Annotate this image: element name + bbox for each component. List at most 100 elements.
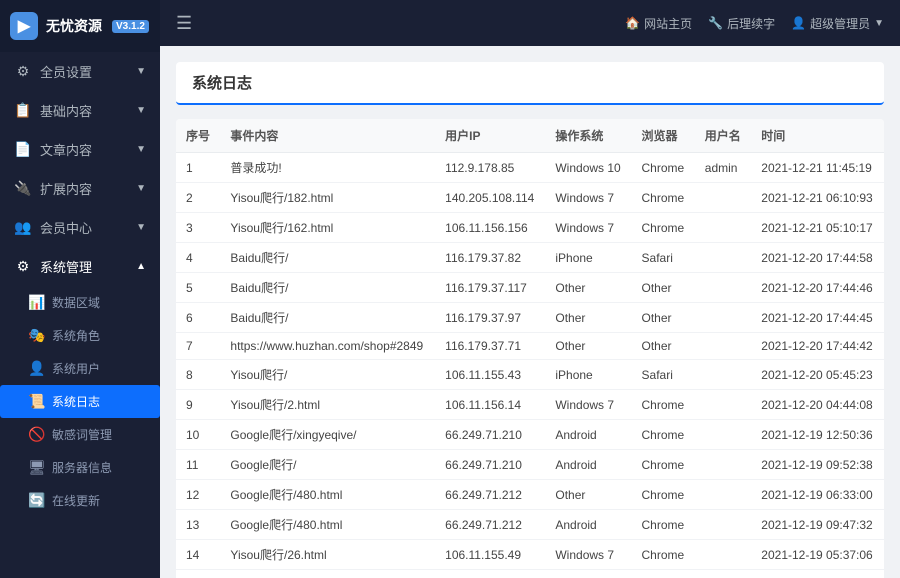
sidebar-item-minganciGuanli[interactable]: 🚫 敏感词管理 [0,418,160,451]
chevron-up-icon: ▲ [136,261,146,272]
cell-os: Windows 7 [545,183,631,213]
cell-id: 15 [176,570,220,578]
table-row: 11 Google爬行/ 66.249.71.210 Android Chrom… [176,450,884,480]
cell-time: 2021-12-19 06:33:00 [751,480,884,510]
cell-user [695,333,752,360]
cell-time: 2021-12-20 17:44:46 [751,273,884,303]
cell-id: 5 [176,273,220,303]
cell-ip: 116.179.37.71 [435,333,545,360]
sidebar-sub-label: 服务器信息 [52,459,112,476]
article-icon: 📄 [14,141,32,158]
table-row: 14 Yisou爬行/26.html 106.11.155.49 Windows… [176,540,884,570]
cell-id: 7 [176,333,220,360]
cell-os: Other [545,273,631,303]
cell-event: Yisou爬行/182.html [220,183,435,213]
app-version: V3.1.2 [112,20,149,33]
chevron-down-icon: ▼ [874,18,884,29]
cell-ip: 116.179.37.203 [435,570,545,578]
sidebar-item-kuozhanneirong[interactable]: 🔌 扩展内容 ▼ [0,169,160,208]
sidebar-item-fuwuqiXinxi[interactable]: 🖥 服务器信息 [0,451,160,484]
col-time: 时间 [751,119,884,153]
role-icon: 🎭 [28,327,46,344]
cell-browser: Chrome [632,183,695,213]
cell-os: Other [545,480,631,510]
cell-browser: Chrome [632,153,695,183]
cell-user [695,510,752,540]
cell-user [695,540,752,570]
cell-browser: Other [632,273,695,303]
sidebar-item-xitongjiuse[interactable]: 🎭 系统角色 [0,319,160,352]
table-row: 9 Yisou爬行/2.html 106.11.156.14 Windows 7… [176,390,884,420]
cell-os: Windows 7 [545,390,631,420]
sidebar-sub-label: 数据区域 [52,294,100,311]
cell-event: Yisou爬行/26.html [220,540,435,570]
chevron-down-icon: ▼ [136,183,146,194]
sidebar-item-wenzhanneirong[interactable]: 📄 文章内容 ▼ [0,130,160,169]
sidebar-sub-label: 敏感词管理 [52,426,112,443]
log-table-container: 序号 事件内容 用户IP 操作系统 浏览器 用户名 时间 1 普录成功! 112… [176,119,884,578]
col-browser: 浏览器 [632,119,695,153]
cell-user [695,360,752,390]
homepage-link[interactable]: 🏠 网站主页 [625,15,692,32]
sidebar-item-xitongyonghu[interactable]: 👤 系统用户 [0,352,160,385]
table-row: 10 Google爬行/xingyeqive/ 66.249.71.210 An… [176,420,884,450]
sidebar-item-xitongguanli[interactable]: ⚙ 系统管理 ▲ [0,247,160,286]
cell-browser: Other [632,333,695,360]
menu-toggle-button[interactable]: ☰ [176,13,192,34]
cell-ip: 66.249.71.212 [435,480,545,510]
table-header-row: 序号 事件内容 用户IP 操作系统 浏览器 用户名 时间 [176,119,884,153]
cell-id: 8 [176,360,220,390]
cell-event: Baidu爬行/ [220,303,435,333]
admin-manage-link[interactable]: 🔧 后理续字 [708,15,775,32]
cell-time: 2021-12-16 04:53:10 [751,570,884,578]
col-event: 事件内容 [220,119,435,153]
sidebar-item-zaixianGengxin[interactable]: 🔄 在线更新 [0,484,160,517]
cell-os: Windows 7 [545,540,631,570]
cell-user [695,570,752,578]
sidebar-label: 文章内容 [40,140,92,159]
sidebar-sub-label: 系统日志 [52,393,100,410]
table-row: 12 Google爬行/480.html 66.249.71.212 Other… [176,480,884,510]
cell-event: Yisou爬行/2.html [220,390,435,420]
cell-browser: Chrome [632,450,695,480]
cell-browser: Safari [632,570,695,578]
content-area: 系统日志 序号 事件内容 用户IP 操作系统 浏览器 用户名 时间 [160,46,900,578]
cell-ip: 106.11.156.156 [435,213,545,243]
cell-id: 1 [176,153,220,183]
extend-icon: 🔌 [14,180,32,197]
cell-time: 2021-12-20 17:44:42 [751,333,884,360]
table-row: 15 Baidu爬行/ 116.179.37.203 iPhone Safari… [176,570,884,578]
home-icon: 🏠 [625,16,640,30]
sidebar-item-jichuneirong[interactable]: 📋 基础内容 ▼ [0,91,160,130]
sidebar-item-shujuquyu[interactable]: 📊 数据区域 [0,286,160,319]
cell-ip: 116.179.37.117 [435,273,545,303]
cell-user [695,243,752,273]
sidebar-item-quanyuan[interactable]: ⚙ 全员设置 ▼ [0,52,160,91]
cell-user: admin [695,153,752,183]
app-name: 无忧资源 [46,16,102,36]
cell-ip: 66.249.71.210 [435,450,545,480]
log-icon: 📜 [28,393,46,410]
main-container: ☰ 🏠 网站主页 🔧 后理续字 👤 超级管理员 ▼ 系统日志 [160,0,900,578]
cell-browser: Safari [632,243,695,273]
admin-dropdown[interactable]: 👤 超级管理员 ▼ [791,15,884,32]
table-row: 2 Yisou爬行/182.html 140.205.108.114 Windo… [176,183,884,213]
chevron-down-icon: ▼ [136,222,146,233]
update-icon: 🔄 [28,492,46,509]
cell-ip: 66.249.71.212 [435,510,545,540]
cell-browser: Chrome [632,480,695,510]
database-icon: 📊 [28,294,46,311]
table-row: 5 Baidu爬行/ 116.179.37.117 Other Other 20… [176,273,884,303]
sidebar-item-huiyuanzhongxin[interactable]: 👥 会员中心 ▼ [0,208,160,247]
topbar: ☰ 🏠 网站主页 🔧 后理续字 👤 超级管理员 ▼ [160,0,900,46]
chevron-down-icon: ▼ [136,66,146,77]
sidebar-sub-label: 在线更新 [52,492,100,509]
sidebar-label: 基础内容 [40,101,92,120]
sidebar: ▶ 无忧资源 V3.1.2 ⚙ 全员设置 ▼ 📋 基础内容 ▼ 📄 文章内容 ▼… [0,0,160,578]
cell-event: Baidu爬行/ [220,570,435,578]
cell-os: Android [545,510,631,540]
cell-time: 2021-12-20 17:44:45 [751,303,884,333]
table-row: 3 Yisou爬行/162.html 106.11.156.156 Window… [176,213,884,243]
sidebar-item-xitongrizi[interactable]: 📜 系统日志 [0,385,160,418]
page-title: 系统日志 [192,75,252,92]
